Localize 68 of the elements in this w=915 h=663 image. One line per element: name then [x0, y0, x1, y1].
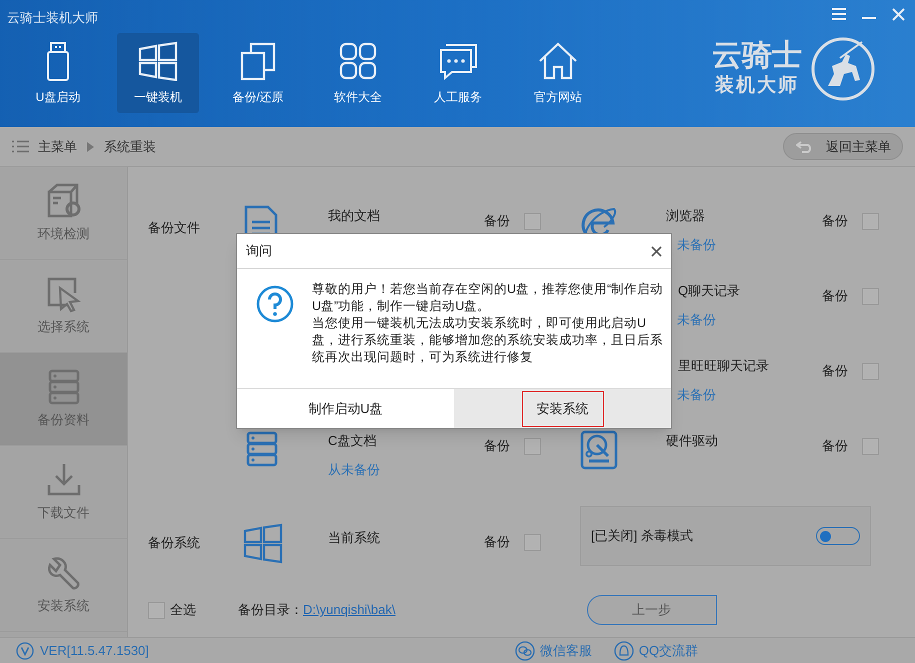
emblem-icon	[810, 36, 876, 102]
antivirus-label: [已关闭] 杀毒模式	[591, 527, 693, 546]
nav-tab[interactable]: 人工服务	[417, 33, 499, 113]
item-name: 我的文档	[328, 208, 381, 223]
version-text: VER[11.5.47.1530]	[40, 642, 149, 660]
backup-dir-link[interactable]: D:\yunqishi\bak\	[303, 600, 396, 620]
message-text: 当您使用一键装机无法成功安装系统时，即可使用此启动U盘，进行系统重装，能够增加您的系统安装成功率，且日后系统再次出现问题时，可为系统进行修复	[312, 315, 664, 366]
backup-status: 未备份	[677, 312, 717, 327]
item-name: Q聊天记录	[678, 283, 742, 298]
item-name: C盘文档	[328, 433, 378, 448]
checkbox[interactable]	[524, 534, 541, 551]
nav-tab[interactable]: 官方网站	[517, 33, 599, 113]
version-icon	[16, 642, 34, 660]
logo-text: 云骑士	[712, 39, 802, 73]
backup-label: 备份	[822, 438, 848, 453]
grid-icon	[338, 41, 378, 81]
return-icon	[796, 140, 814, 152]
backup-label: 备份	[484, 213, 510, 228]
message-text: 尊敬的用户！若您当前存在空闲的U盘，推荐您使用“制作启动U盘”功能，制作一键启动U盘。	[312, 281, 664, 315]
chat-icon	[438, 41, 478, 81]
backup-label: 备份	[822, 363, 848, 378]
menu-icon[interactable]	[832, 8, 846, 20]
nav-tab[interactable]: 备份/还原	[217, 33, 299, 113]
backup-status: 未备份	[677, 237, 717, 252]
breadcrumb-current: 系统重装	[104, 138, 156, 156]
section-label: 备份文件	[148, 219, 201, 237]
backup-label: 备份	[822, 288, 848, 303]
question-icon	[256, 285, 294, 323]
backup-status: 未备份	[677, 387, 717, 402]
checkbox[interactable]	[524, 438, 541, 455]
backup-label: 备份	[822, 213, 848, 228]
toggle-switch[interactable]	[816, 527, 860, 545]
item-name: 浏览器	[666, 208, 706, 223]
qq-icon	[614, 640, 634, 660]
checkbox[interactable]	[862, 438, 879, 455]
backup-status: 从未备份	[328, 462, 381, 477]
checkbox[interactable]	[148, 602, 165, 618]
logo-subtitle: 装机大师	[715, 74, 799, 98]
back-button[interactable]: 返回主菜单	[783, 133, 903, 160]
backup-label: 备份	[484, 438, 510, 453]
windows-icon	[138, 41, 178, 81]
item-name: 当前系统	[328, 530, 380, 545]
checkbox[interactable]	[862, 213, 879, 230]
breadcrumb-arrow-icon	[87, 142, 94, 152]
close-icon[interactable]	[651, 246, 662, 256]
breadcrumb-link[interactable]: 主菜单	[38, 136, 77, 156]
windows-icon	[243, 523, 283, 565]
checkbox[interactable]	[524, 213, 541, 230]
dialog-button[interactable]: 安装系统	[522, 390, 604, 426]
copy-icon	[238, 41, 278, 81]
checkbox[interactable]	[862, 363, 879, 380]
item-name: 里旺旺聊天记录	[678, 358, 770, 373]
nav-tab[interactable]: 软件大全	[317, 33, 399, 113]
nav-tab[interactable]: 一键装机	[117, 33, 199, 113]
window-title: 云骑士装机大师	[7, 10, 98, 25]
backup-label: 备份	[484, 534, 510, 549]
wechat-icon	[514, 640, 535, 660]
backup-dir-label: 备份目录：	[238, 601, 303, 620]
dialog-title: 询问	[246, 242, 272, 260]
nav-tab[interactable]: U盘启动	[17, 33, 99, 113]
home-icon	[538, 41, 578, 81]
checkbox[interactable]	[862, 288, 879, 305]
item-name: 硬件驱动	[666, 433, 719, 448]
section-label: 备份系统	[148, 534, 201, 552]
select-all-label: 全选	[170, 601, 197, 620]
dialog-button[interactable]: 制作启动U盘	[293, 390, 398, 426]
list-icon	[12, 140, 29, 153]
previous-button[interactable]: 上一步	[586, 595, 716, 625]
